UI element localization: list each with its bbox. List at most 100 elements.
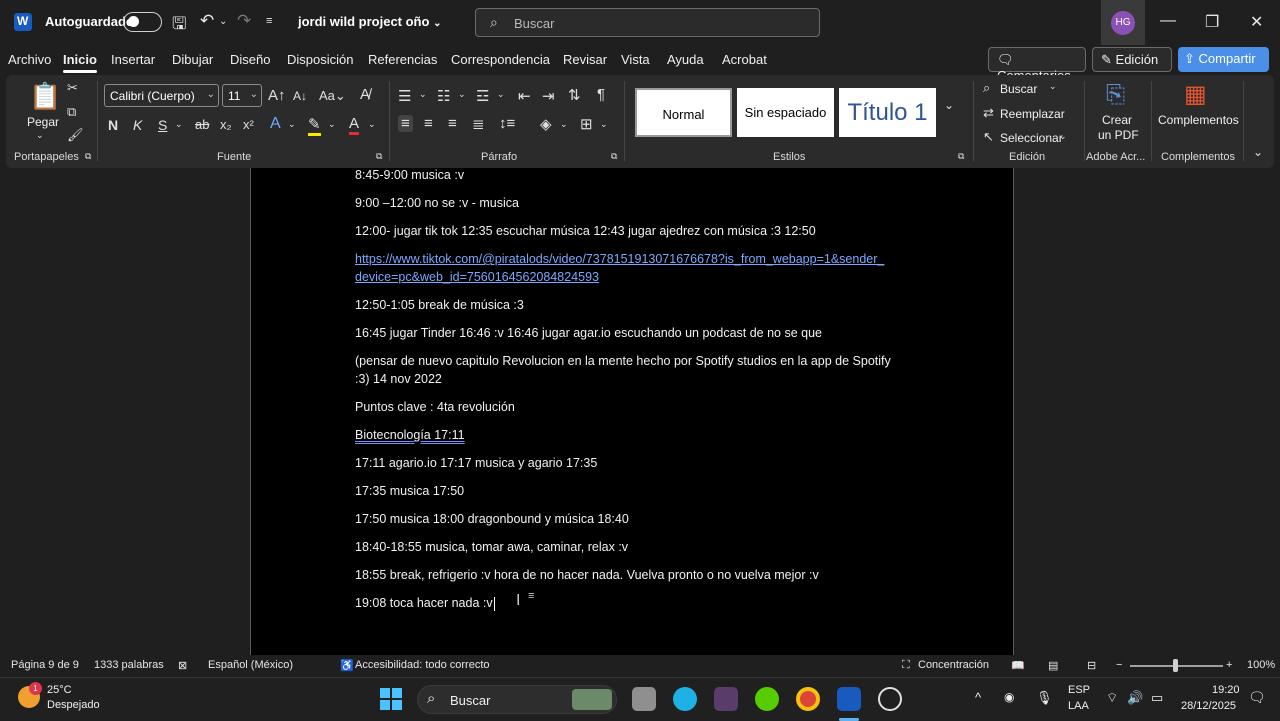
replace-icon[interactable]: ⇄ bbox=[983, 105, 994, 121]
redo-icon[interactable]: ↷ bbox=[237, 11, 251, 31]
italic-icon[interactable]: K bbox=[133, 117, 142, 133]
tab-dibujar[interactable]: Dibujar bbox=[172, 52, 213, 67]
chevron-down-icon[interactable]: ⌄ bbox=[368, 119, 376, 130]
save-icon[interactable]: 🖫 bbox=[172, 11, 186, 40]
change-case-icon[interactable]: Aa⌄ bbox=[319, 88, 346, 104]
weather-temp[interactable]: 25°C bbox=[47, 684, 72, 696]
shrink-font-icon[interactable]: A↓ bbox=[293, 89, 307, 103]
font-name-combo[interactable]: Calibri (Cuerpo) ⌄ bbox=[104, 84, 219, 107]
chevron-down-icon[interactable]: ⌄ bbox=[1049, 81, 1057, 92]
paste-icon[interactable]: 📋 bbox=[29, 81, 61, 112]
strikethrough-icon[interactable]: ab bbox=[195, 117, 209, 132]
sort-icon[interactable]: ⇅ bbox=[568, 86, 581, 104]
show-hidden-icons-icon[interactable]: ^ bbox=[975, 690, 981, 705]
help-app-icon[interactable] bbox=[673, 687, 697, 711]
doc-line-12[interactable]: 17:50 musica 18:00 dragonbound y música … bbox=[355, 510, 629, 528]
language-code-2[interactable]: LAA bbox=[1068, 700, 1089, 712]
multilevel-list-icon[interactable]: ☲ bbox=[476, 87, 489, 105]
numbering-icon[interactable]: ☷ bbox=[437, 87, 450, 105]
chevron-down-icon[interactable]: ⌄ bbox=[175, 119, 183, 130]
tab-referencias[interactable]: Referencias bbox=[368, 52, 437, 67]
dialog-launcher-icon[interactable]: ⧉ bbox=[85, 151, 91, 162]
tab-acrobat[interactable]: Acrobat bbox=[722, 52, 767, 67]
show-marks-icon[interactable]: ¶ bbox=[597, 86, 605, 103]
chevron-down-icon[interactable]: ⌄ bbox=[288, 119, 296, 130]
document-title[interactable]: jordi wild project oño ⌄ bbox=[298, 14, 441, 29]
battery-icon[interactable]: ▭ bbox=[1151, 690, 1163, 706]
share-button[interactable]: ⇪ Compartir ⌄ bbox=[1178, 47, 1269, 81]
clock-time[interactable]: 19:20 bbox=[1212, 684, 1240, 696]
doc-line-13[interactable]: 18:40-18:55 musica, tomar awa, caminar, … bbox=[355, 538, 628, 556]
undo-icon[interactable]: ↶ bbox=[200, 11, 214, 31]
account-button[interactable]: HG bbox=[1101, 0, 1145, 45]
doc-line-5[interactable]: 12:50-1:05 break de música :3 bbox=[355, 296, 524, 314]
doc-line-7a[interactable]: (pensar de nuevo capitulo Revolucion en … bbox=[355, 352, 891, 370]
chevron-down-icon[interactable]: ⌄ bbox=[458, 89, 466, 100]
paste-label[interactable]: Pegar bbox=[27, 115, 59, 129]
tab-correspondencia[interactable]: Correspondencia bbox=[451, 52, 550, 67]
tab-archivo[interactable]: Archivo bbox=[8, 52, 51, 67]
tab-revisar[interactable]: Revisar bbox=[563, 52, 607, 67]
chevron-down-icon[interactable]: ⌄ bbox=[1059, 131, 1067, 142]
file-explorer-icon[interactable] bbox=[632, 687, 656, 711]
font-color-icon[interactable]: A bbox=[349, 115, 360, 135]
obs-icon[interactable] bbox=[878, 687, 902, 711]
microphone-icon[interactable]: 🎙 bbox=[1036, 690, 1053, 706]
addins-icon[interactable]: ▦ bbox=[1184, 80, 1207, 109]
duolingo-icon[interactable] bbox=[755, 687, 779, 711]
word-taskbar-icon[interactable] bbox=[837, 687, 861, 711]
subscript-icon[interactable]: x₂ bbox=[220, 117, 232, 132]
chevron-down-icon[interactable]: ⌄ bbox=[419, 89, 427, 100]
select-icon[interactable]: ↖ bbox=[983, 129, 994, 145]
shading-icon[interactable]: ◈ bbox=[540, 115, 552, 133]
windows-start-icon[interactable] bbox=[380, 688, 402, 710]
select-label[interactable]: Seleccionar bbox=[1000, 131, 1063, 145]
cut-icon[interactable]: ✂ bbox=[67, 80, 78, 96]
superscript-icon[interactable]: x² bbox=[243, 117, 254, 132]
word-count[interactable]: 1333 palabras bbox=[94, 659, 164, 671]
chevron-down-icon[interactable]: ⌄ bbox=[328, 119, 336, 130]
bold-icon[interactable]: N bbox=[108, 117, 118, 133]
zoom-in-icon[interactable]: + bbox=[1226, 659, 1232, 671]
doc-line-15[interactable]: 19:08 toca hacer nada :v bbox=[355, 594, 493, 612]
wifi-icon[interactable]: ⌔ bbox=[1106, 690, 1118, 706]
taskbar-search[interactable]: ⌕ Buscar bbox=[417, 685, 617, 714]
editing-mode-button[interactable]: ✎ Edición ⌄ bbox=[1092, 47, 1172, 82]
doc-line-14[interactable]: 18:55 break, refrigerio :v hora de no ha… bbox=[355, 566, 819, 584]
collapse-ribbon-icon[interactable]: ⌄ bbox=[1253, 145, 1263, 159]
character-app-icon[interactable] bbox=[714, 687, 738, 711]
doc-line-6[interactable]: 16:45 jugar Tinder 16:46 :v 16:46 jugar … bbox=[355, 324, 822, 342]
undo-dropdown-icon[interactable]: ⌄ bbox=[219, 16, 227, 27]
style-normal[interactable]: Normal bbox=[635, 88, 732, 137]
doc-line-10[interactable]: 17:11 agario.io 17:17 musica y agario 17… bbox=[355, 454, 597, 472]
zoom-slider-thumb[interactable] bbox=[1173, 659, 1178, 672]
create-pdf-label-1[interactable]: Crear bbox=[1102, 113, 1132, 127]
chrome-icon[interactable] bbox=[796, 687, 820, 711]
tab-vista[interactable]: Vista bbox=[621, 52, 650, 67]
align-center-icon[interactable]: ≡ bbox=[424, 115, 433, 132]
clear-formatting-icon[interactable]: A̸ bbox=[360, 86, 370, 103]
copy-icon[interactable]: ⧉ bbox=[67, 104, 76, 120]
chevron-down-icon[interactable]: ⌄ bbox=[497, 89, 505, 100]
doc-line-8[interactable]: Puntos clave : 4ta revolución bbox=[355, 398, 515, 416]
find-label[interactable]: Buscar bbox=[1000, 82, 1037, 96]
underline-icon[interactable]: S bbox=[158, 117, 167, 133]
doc-link-line-1[interactable]: https://www.tiktok.com/@piratalods/video… bbox=[355, 250, 884, 268]
doc-line-3[interactable]: 12:00- jugar tik tok 12:35 escuchar músi… bbox=[355, 222, 816, 240]
justify-icon[interactable]: ≣ bbox=[472, 115, 485, 133]
format-painter-icon[interactable]: 🖌 bbox=[67, 127, 84, 143]
read-mode-icon[interactable]: 📖 bbox=[1011, 659, 1025, 672]
doc-line-1[interactable]: 8:45-9:00 musica :v bbox=[355, 166, 464, 184]
language-code-1[interactable]: ESP bbox=[1068, 684, 1090, 696]
replace-label[interactable]: Reemplazar bbox=[1000, 107, 1065, 121]
comments-button[interactable]: 🗨 Comentarios bbox=[988, 47, 1086, 83]
focus-mode-button[interactable]: Concentración bbox=[918, 659, 989, 671]
page-count[interactable]: Página 9 de 9 bbox=[11, 659, 79, 671]
tab-diseno[interactable]: Diseño bbox=[230, 52, 270, 67]
chevron-down-icon[interactable]: ⌄ bbox=[560, 119, 568, 130]
doc-line-9[interactable]: Biotecnología 17:11 bbox=[355, 426, 465, 444]
zoom-level[interactable]: 100% bbox=[1247, 659, 1275, 671]
highlight-icon[interactable]: ✎ bbox=[308, 115, 321, 136]
close-icon[interactable]: ✕ bbox=[1250, 12, 1263, 32]
zoom-out-icon[interactable]: − bbox=[1116, 659, 1122, 671]
